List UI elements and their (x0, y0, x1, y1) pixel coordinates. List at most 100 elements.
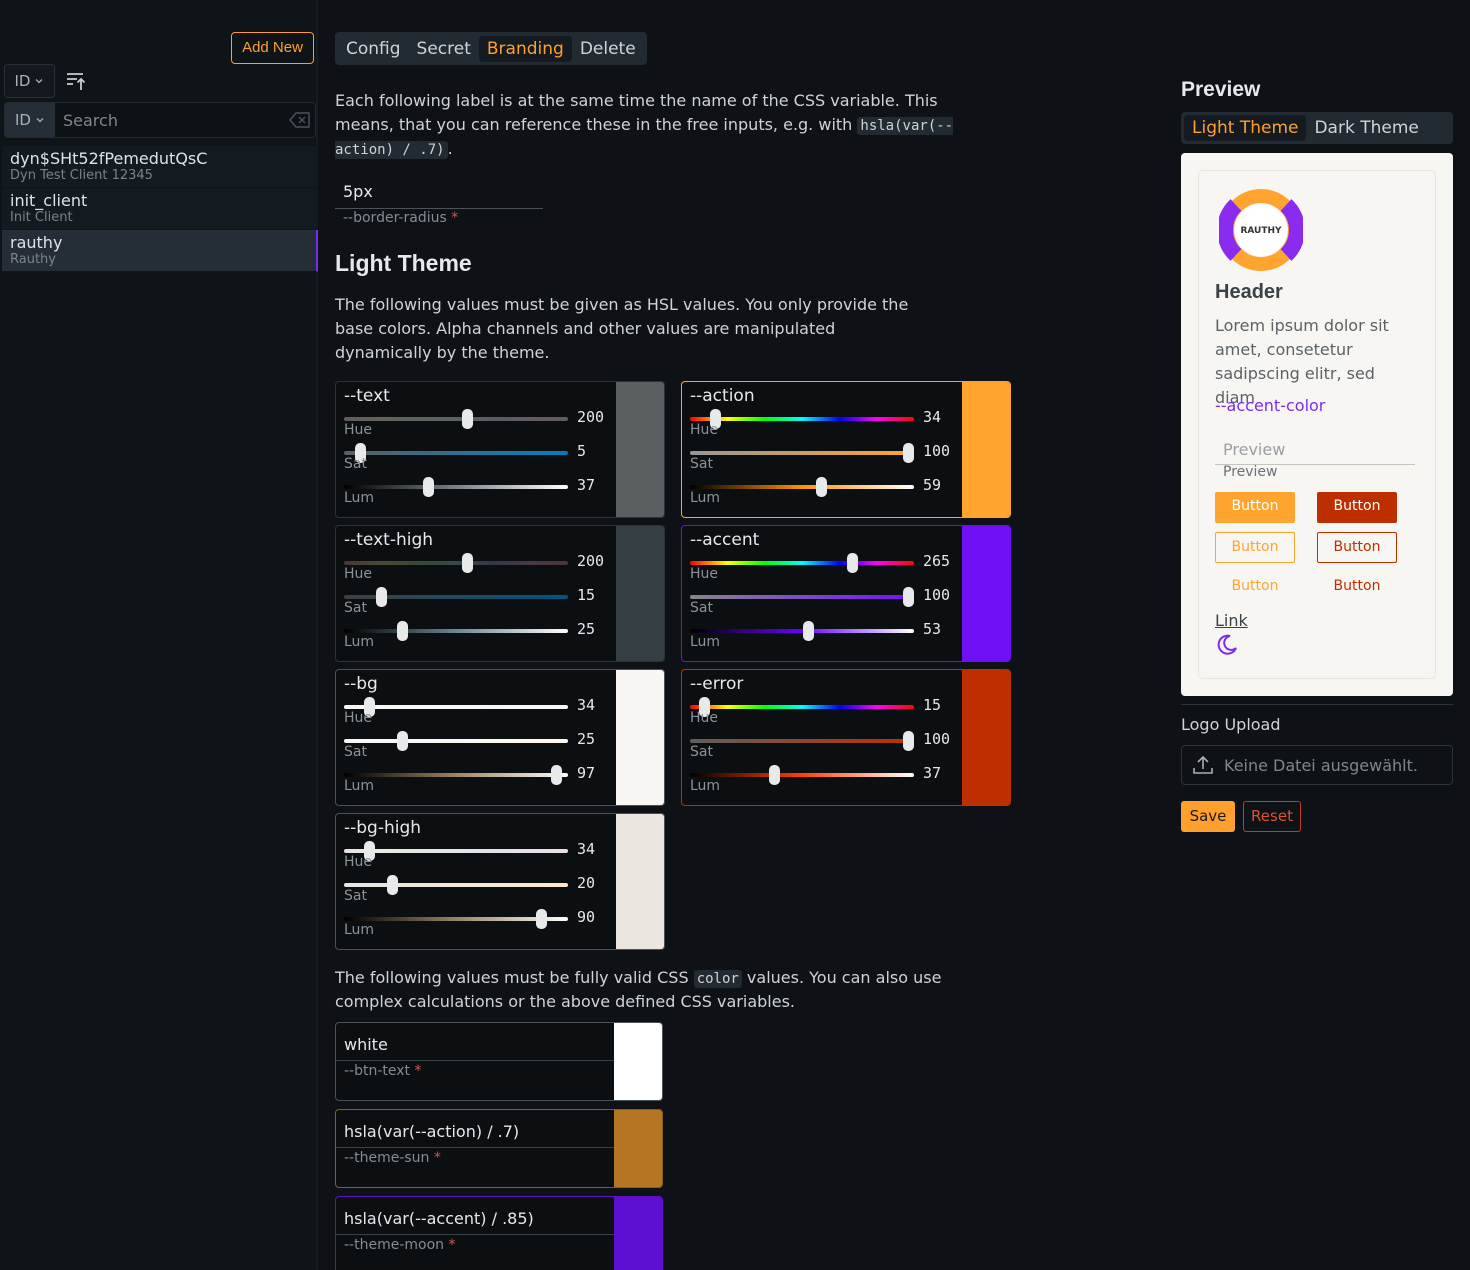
required-mark: * (433, 1150, 441, 1166)
clear-search-button[interactable] (285, 103, 315, 137)
required-mark: * (414, 1063, 422, 1079)
slider-track[interactable] (690, 595, 914, 599)
slider-thumb[interactable] (903, 443, 914, 463)
hsl-card-title: --accent (690, 530, 760, 550)
slider-label: Hue (344, 566, 373, 582)
preview-error-text-button[interactable]: Button (1317, 572, 1397, 603)
slider-l: 37 Lum (344, 475, 614, 509)
tab-branding[interactable]: Branding (478, 35, 572, 62)
slider-thumb[interactable] (462, 409, 473, 429)
save-button[interactable]: Save (1181, 801, 1235, 832)
slider-track[interactable] (690, 485, 914, 489)
slider-track[interactable] (344, 917, 568, 921)
css-value-input[interactable]: hsla(var(--accent) / .85) (336, 1197, 614, 1235)
slider-thumb[interactable] (551, 765, 562, 785)
tab-delete[interactable]: Delete (572, 36, 644, 62)
preview-error-outline-button[interactable]: Button (1317, 532, 1397, 563)
css-value-input[interactable]: white (336, 1023, 614, 1061)
css-value-field: hsla(var(--action) / .7) --theme-sun * (335, 1109, 663, 1188)
slider-value: 25 (577, 620, 596, 638)
rauthy-logo-icon: RAUTHY (1219, 189, 1303, 271)
preview-action-button[interactable]: Button (1215, 492, 1295, 523)
slider-track[interactable] (690, 773, 914, 777)
color-swatch (616, 670, 664, 805)
slider-track[interactable] (344, 849, 568, 853)
add-new-button[interactable]: Add New (231, 32, 314, 64)
slider-label: Sat (344, 744, 367, 760)
slider-label: Lum (690, 778, 721, 794)
slider-track[interactable] (344, 773, 568, 777)
slider-value: 20 (577, 874, 596, 892)
slider-track[interactable] (690, 561, 914, 565)
client-item[interactable]: init_client Init Client (2, 188, 318, 230)
search-field-select[interactable]: ID (5, 103, 55, 137)
slider-s: 5 Sat (344, 441, 614, 475)
slider-thumb[interactable] (769, 765, 780, 785)
color-swatch (614, 1110, 662, 1187)
slider-track[interactable] (690, 739, 914, 743)
sort-order-icon[interactable] (65, 70, 87, 92)
slider-track[interactable] (344, 561, 568, 565)
slider-h: 15 Hue (690, 695, 960, 729)
slider-l: 97 Lum (344, 763, 614, 797)
slider-thumb[interactable] (376, 587, 387, 607)
hsl-card-title: --bg (344, 674, 378, 694)
preview-error-button[interactable]: Button (1317, 492, 1397, 523)
slider-track[interactable] (344, 417, 568, 421)
slider-value: 34 (577, 696, 596, 714)
slider-thumb[interactable] (847, 553, 858, 573)
slider-thumb[interactable] (423, 477, 434, 497)
color-swatch (962, 382, 1010, 517)
css-value-label: --theme-moon * (336, 1237, 455, 1253)
tab-secret[interactable]: Secret (409, 36, 479, 62)
client-name: Dyn Test Client 12345 (10, 168, 153, 183)
client-item-selected[interactable]: rauthy Rauthy (2, 230, 318, 272)
chevron-down-icon (36, 118, 44, 123)
slider-track[interactable] (344, 883, 568, 887)
slider-thumb[interactable] (387, 875, 398, 895)
preview-link[interactable]: Link (1215, 611, 1248, 630)
slider-value: 53 (923, 620, 942, 638)
color-swatch (616, 382, 664, 517)
slider-h: 34 Hue (344, 839, 614, 873)
preview-accent-text: --accent-color (1215, 396, 1326, 415)
css-value-input[interactable]: hsla(var(--action) / .7) (336, 1110, 614, 1148)
client-item[interactable]: dyn$SHt52fPemedutQsC Dyn Test Client 123… (2, 146, 318, 188)
slider-track[interactable] (690, 629, 914, 633)
search-input[interactable] (55, 103, 285, 137)
border-radius-field[interactable]: 5px --border-radius * (335, 178, 543, 227)
border-radius-value[interactable]: 5px (335, 178, 543, 209)
slider-track[interactable] (690, 451, 914, 455)
slider-thumb[interactable] (536, 909, 547, 929)
slider-track[interactable] (344, 485, 568, 489)
preview-action-outline-button[interactable]: Button (1215, 532, 1295, 563)
slider-track[interactable] (344, 739, 568, 743)
slider-s: 25 Sat (344, 729, 614, 763)
slider-track[interactable] (690, 705, 914, 709)
slider-thumb[interactable] (397, 621, 408, 641)
slider-thumb[interactable] (803, 621, 814, 641)
slider-thumb[interactable] (816, 477, 827, 497)
reset-button[interactable]: Reset (1243, 801, 1301, 832)
slider-track[interactable] (690, 417, 914, 421)
logo-upload-input[interactable]: Keine Datei ausgewählt. (1181, 745, 1453, 785)
free-values-description: The following values must be fully valid… (335, 966, 955, 1014)
moon-icon[interactable] (1215, 633, 1239, 657)
chevron-down-icon (36, 79, 43, 84)
tab-light-theme[interactable]: Light Theme (1184, 115, 1307, 141)
slider-thumb[interactable] (462, 553, 473, 573)
slider-thumb[interactable] (903, 587, 914, 607)
slider-thumb[interactable] (903, 731, 914, 751)
preview-action-text-button[interactable]: Button (1215, 572, 1295, 603)
slider-track[interactable] (344, 705, 568, 709)
tab-config[interactable]: Config (338, 36, 409, 62)
preview-input[interactable] (1215, 435, 1415, 465)
logo-text: RAUTHY (1240, 226, 1282, 236)
slider-value: 37 (577, 476, 596, 494)
slider-l: 37 Lum (690, 763, 960, 797)
slider-thumb[interactable] (397, 731, 408, 751)
slider-track[interactable] (344, 451, 568, 455)
slider-track[interactable] (344, 629, 568, 633)
sort-select[interactable]: ID (4, 64, 55, 98)
tab-dark-theme[interactable]: Dark Theme (1306, 115, 1426, 141)
